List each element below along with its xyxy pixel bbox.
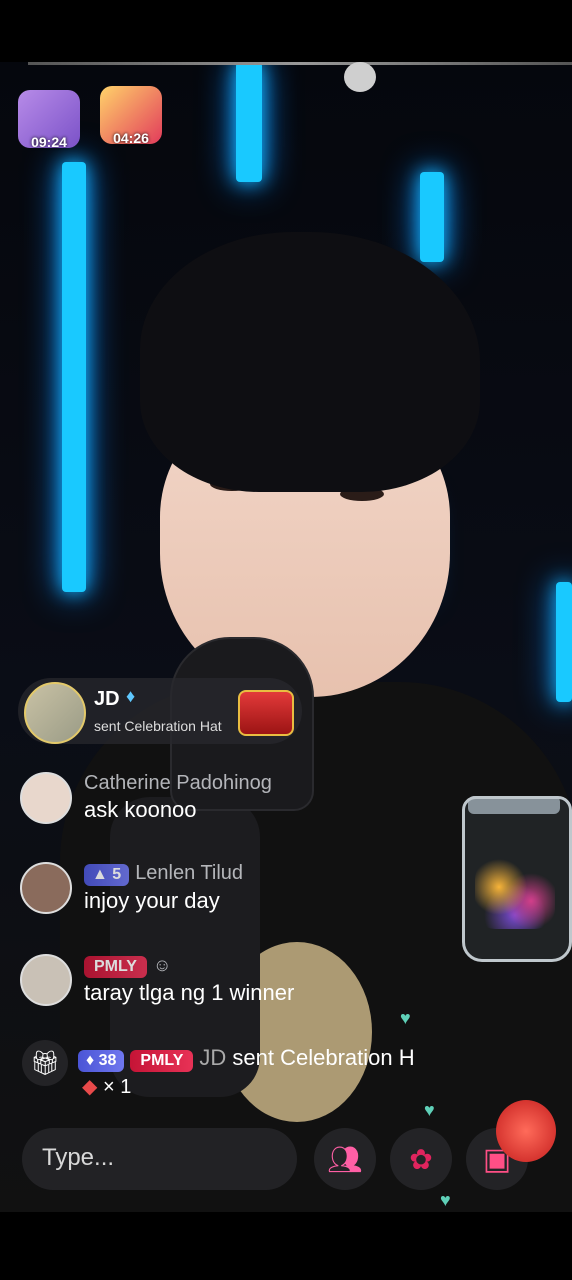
level-icon: ▲: [92, 866, 113, 883]
heart-icon: ♥: [440, 1190, 451, 1210]
celebration-hat-icon: [238, 690, 294, 736]
rose-gift-button[interactable]: ✿: [390, 1128, 452, 1190]
gift-icon: 🎁︎: [29, 1049, 61, 1077]
bottom-letterbox: [0, 1212, 572, 1280]
gift-count-value: × 1: [102, 1076, 132, 1098]
person-hair: [140, 232, 480, 492]
comment-2: ▲ 5 Lenlen Tilud injoy your day: [20, 862, 243, 914]
activity-line: ♦ 38 PMLY JD sent Celebration H: [78, 1045, 415, 1072]
gift-notification: JD ♦ sent Celebration Hat: [18, 678, 302, 744]
comment-3: PMLY ☺ taray tlga ng 1 winner: [20, 954, 294, 1006]
comment-input[interactable]: Type...: [22, 1128, 297, 1190]
gifter-name: JD: [94, 688, 120, 710]
level-value: 38: [98, 1052, 117, 1069]
fan-club-badge: PMLY: [84, 956, 147, 978]
award-icon: ◆: [82, 1076, 98, 1098]
rose-icon: ✿: [409, 1143, 433, 1175]
activity-username[interactable]: JD: [199, 1045, 226, 1070]
comment-1: Catherine Padohinog ask koonoo: [20, 772, 272, 824]
timer-left: 09:24: [31, 134, 67, 150]
comment-username[interactable]: Catherine Padohinog: [84, 772, 272, 795]
comment-text: injoy your day: [84, 888, 220, 913]
progress-line: [28, 62, 572, 65]
treasure-jar[interactable]: [462, 796, 572, 962]
activity-message: sent Celebration H: [232, 1045, 415, 1070]
treasure-badge-right[interactable]: 04:26: [100, 86, 162, 146]
multi-guest-button[interactable]: 👥︎: [314, 1128, 376, 1190]
avatar[interactable]: [20, 862, 72, 914]
drag-handle[interactable]: [344, 62, 376, 92]
live-video: [0, 62, 572, 1212]
comment-text: taray tlga ng 1 winner: [84, 980, 295, 1005]
diamond-icon: ♦: [126, 686, 136, 706]
heart-character-gift: [496, 1100, 556, 1162]
gifter-avatar[interactable]: [24, 682, 86, 744]
users-icon: 👥︎: [327, 1143, 363, 1175]
avatar[interactable]: [20, 954, 72, 1006]
timer-right: 04:26: [113, 130, 149, 146]
level-value: 5: [112, 866, 122, 883]
gift-count: ◆ × 1: [82, 1074, 131, 1099]
heart-icon: ♥: [400, 1008, 411, 1028]
emoji-icon: ☺: [152, 955, 172, 975]
comment-placeholder: Type...: [42, 1144, 115, 1171]
comment-text: ask koonoo: [84, 797, 197, 822]
avatar[interactable]: [20, 772, 72, 824]
gift-button[interactable]: 🎁︎: [22, 1040, 68, 1086]
heart-icon: ♥: [424, 1100, 435, 1120]
fan-club-badge: PMLY: [130, 1050, 194, 1072]
level-badge: ▲ 5: [84, 864, 130, 886]
comment-username[interactable]: Lenlen Tilud: [135, 862, 243, 884]
gift-message: sent Celebration Hat: [94, 718, 222, 734]
treasure-badge-left[interactable]: 09:24: [18, 90, 80, 150]
diamond-icon: ♦: [86, 1052, 95, 1069]
level-badge: ♦ 38: [78, 1050, 125, 1072]
